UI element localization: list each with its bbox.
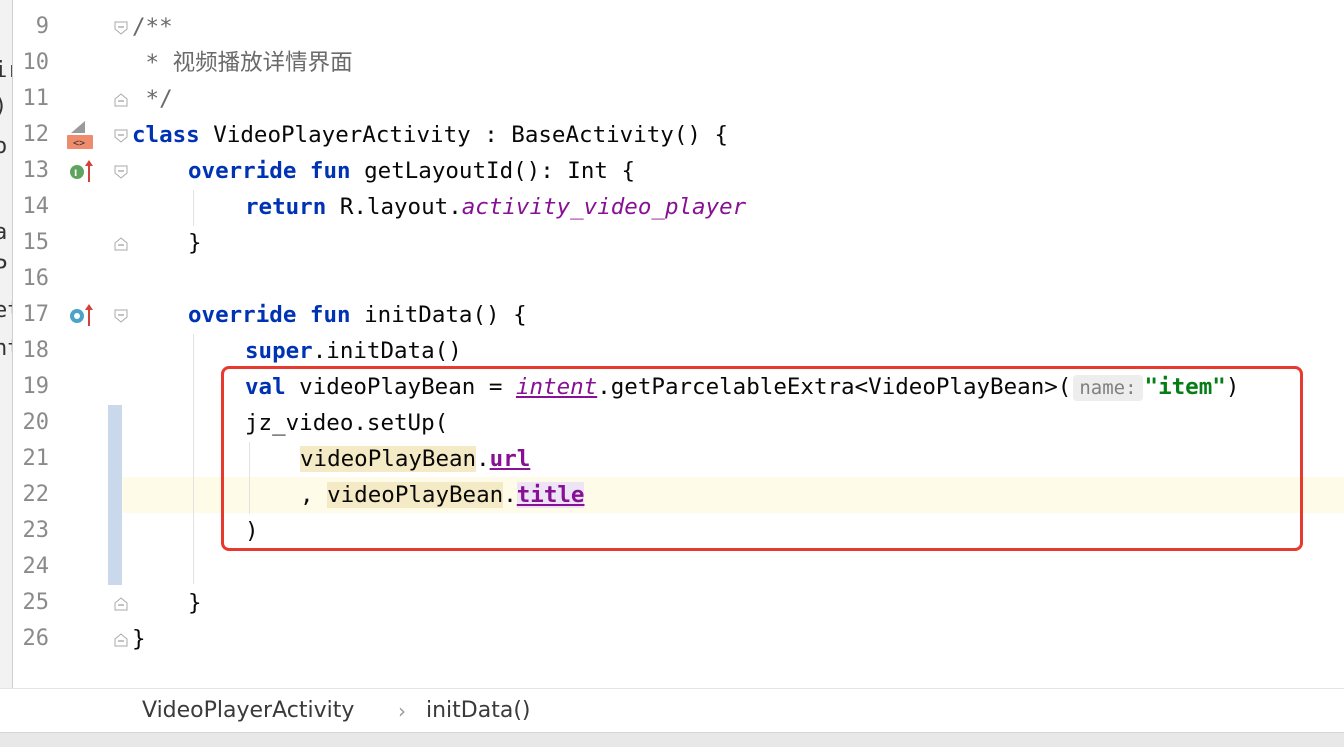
line-number: 12: [22, 122, 50, 147]
left-strip-char: nt: [0, 336, 12, 361]
code-line-15[interactable]: }: [188, 225, 202, 261]
left-strip-char: ir: [0, 58, 12, 83]
code-line-26[interactable]: }: [132, 621, 146, 657]
keyword: fun: [309, 158, 351, 184]
code-text: }: [132, 626, 146, 652]
line-number: 25: [22, 590, 50, 615]
line-number: 21: [22, 446, 50, 471]
line-number: 23: [22, 518, 50, 543]
line-number: 13: [22, 158, 50, 183]
keyword: fun: [309, 302, 351, 328]
line-number: 11: [22, 86, 50, 111]
code-line-18[interactable]: super.initData(): [245, 333, 462, 369]
line-number: 18: [22, 338, 50, 363]
code-line-9[interactable]: /**: [132, 9, 173, 45]
line-number: 20: [22, 410, 50, 435]
code-line-11[interactable]: */: [132, 81, 173, 117]
line-number: 9: [35, 14, 49, 39]
code-text: R.layout.: [326, 194, 462, 220]
fold-close-icon[interactable]: [114, 93, 128, 107]
line-number: 22: [22, 482, 50, 507]
code-line-10[interactable]: * 视频播放详情界面: [132, 45, 353, 81]
implements-method-icon[interactable]: I: [68, 158, 96, 184]
line-number: 26: [22, 626, 50, 651]
fold-open-icon[interactable]: [114, 309, 128, 323]
breadcrumb: VideoPlayerActivity › initData(): [0, 688, 1344, 733]
code-line-12[interactable]: class VideoPlayerActivity : BaseActivity…: [132, 117, 728, 153]
line-number: 19: [22, 374, 50, 399]
indent-guide: [193, 190, 194, 226]
left-strip-char: o: [0, 134, 7, 159]
line-number: 15: [22, 230, 50, 255]
code-line-14[interactable]: return R.layout.activity_video_player: [245, 189, 746, 225]
keyword: override: [188, 158, 297, 184]
comment-text: */: [132, 86, 173, 112]
breadcrumb-class[interactable]: VideoPlayerActivity: [142, 697, 354, 725]
code-line-17[interactable]: override fun initData() {: [188, 297, 527, 333]
code-text: }: [188, 230, 202, 256]
chevron-right-icon: ›: [398, 699, 406, 723]
comment-text: * 视频播放详情界面: [132, 50, 353, 76]
line-number: 14: [22, 194, 50, 219]
class-implementation-icon[interactable]: <>: [65, 119, 93, 151]
keyword: super: [245, 338, 313, 364]
code-text: initData() {: [350, 302, 527, 328]
fold-open-icon[interactable]: [114, 129, 128, 143]
code-text: }: [188, 590, 202, 616]
resource-reference: activity_video_player: [461, 194, 747, 220]
code-text: getLayoutId(): Int {: [350, 158, 636, 184]
left-strip-char: ): [0, 94, 7, 119]
left-strip-char: P: [0, 256, 7, 281]
fold-close-icon[interactable]: [114, 633, 128, 647]
line-number: 16: [22, 266, 50, 291]
svg-text:I: I: [74, 169, 77, 179]
horizontal-scrollbar[interactable]: [0, 732, 1344, 747]
comment-text: /**: [132, 14, 173, 40]
left-strip-char: a: [0, 220, 7, 245]
fold-open-icon[interactable]: [114, 21, 128, 35]
breadcrumb-method[interactable]: initData(): [426, 697, 531, 725]
code-line-13[interactable]: override fun getLayoutId(): Int {: [188, 153, 635, 189]
line-number: 10: [22, 50, 50, 75]
fold-close-icon[interactable]: [114, 597, 128, 611]
left-panel-strip: ir ) o a P et nt: [0, 0, 13, 688]
vcs-change-marker[interactable]: [106, 405, 122, 585]
line-number: 17: [22, 302, 50, 327]
code-text: VideoPlayerActivity : BaseActivity() {: [199, 122, 729, 148]
fold-open-icon[interactable]: [114, 165, 128, 179]
overrides-method-icon[interactable]: [68, 302, 96, 328]
keyword: return: [245, 194, 327, 220]
svg-text:<>: <>: [73, 138, 85, 149]
left-strip-char: et: [0, 298, 12, 323]
keyword: override: [188, 302, 297, 328]
line-number: 24: [22, 554, 50, 579]
annotation-highlight-box: [221, 366, 1303, 551]
keyword: class: [132, 122, 200, 148]
code-line-25[interactable]: }: [188, 585, 202, 621]
fold-close-icon[interactable]: [114, 237, 128, 251]
indent-guide: [193, 334, 194, 584]
code-text: .initData(): [312, 338, 462, 364]
